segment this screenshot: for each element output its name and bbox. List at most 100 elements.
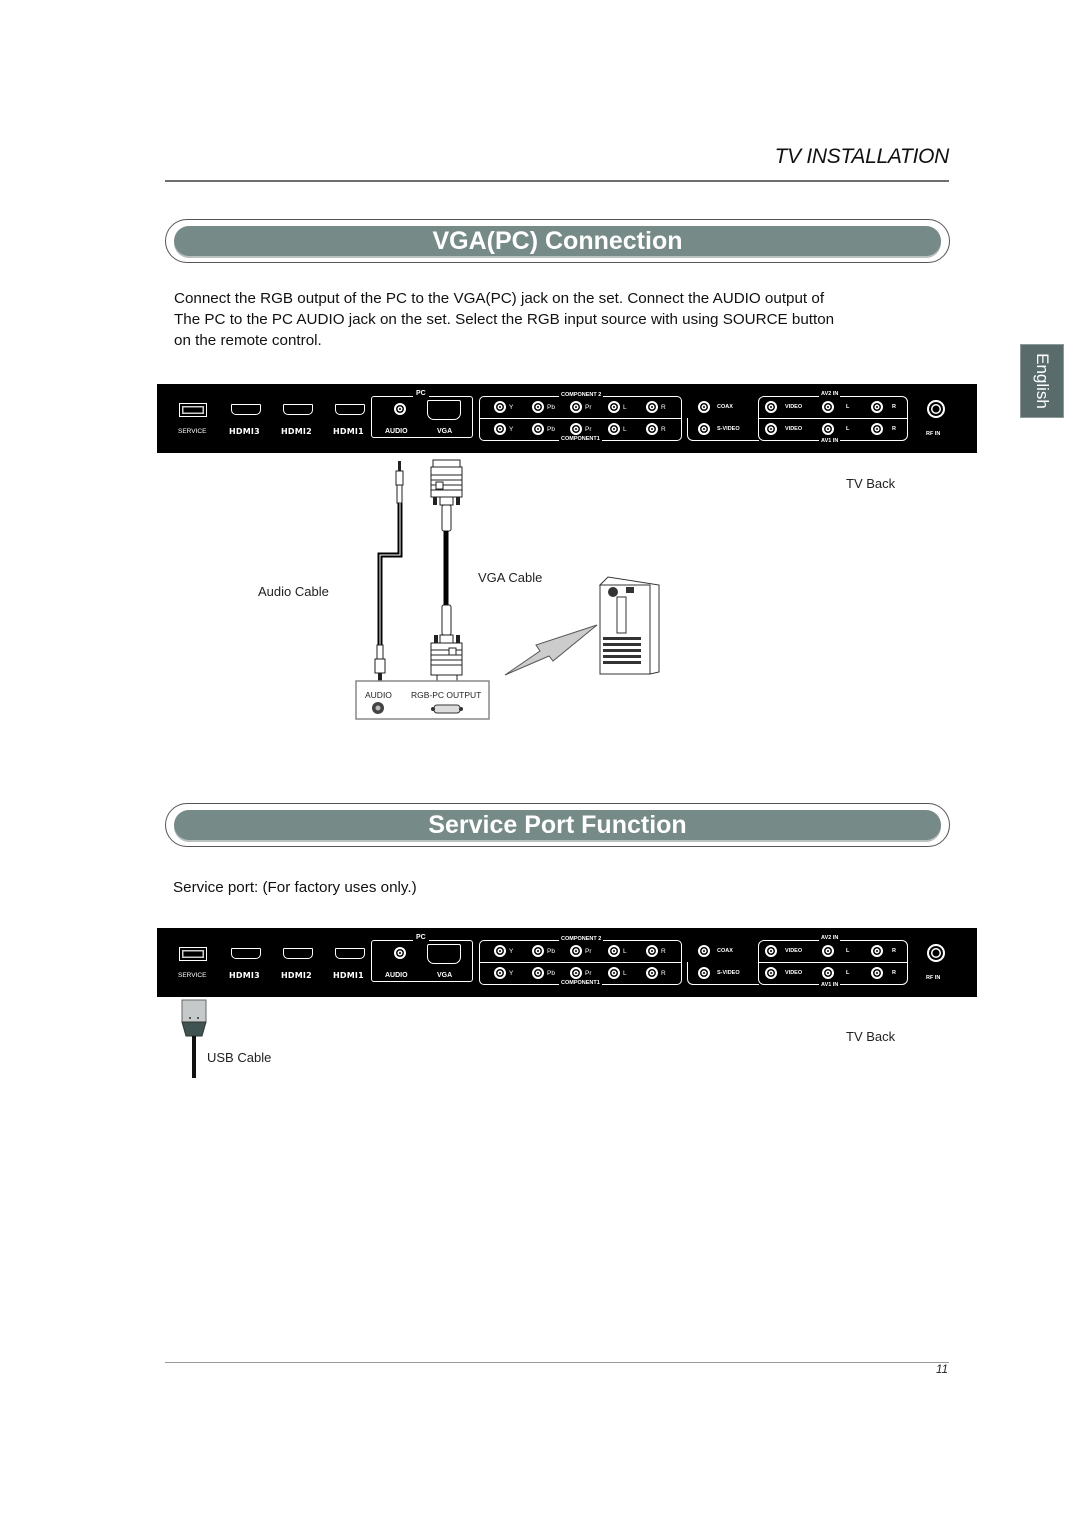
component-jack-label: Y	[509, 426, 514, 433]
audio-l-jack-icon	[822, 967, 834, 979]
vga-plug-bottom-icon	[430, 604, 463, 682]
component-jack-icon	[570, 945, 582, 957]
av1-label: AV1 IN	[819, 982, 841, 988]
audio-r-label: R	[892, 970, 896, 976]
rf-in-jack-icon	[927, 400, 945, 418]
coax-label: COAX	[717, 404, 733, 410]
component-jack-icon	[570, 967, 582, 979]
component-jack-icon	[646, 945, 658, 957]
component-jack-label: Y	[509, 970, 514, 977]
service-usb-port-icon	[179, 403, 207, 417]
audio-r-label: R	[892, 948, 896, 954]
audio-l-jack-icon	[822, 423, 834, 435]
component2-label: COMPONENT 2	[559, 936, 604, 942]
vga-port-icon	[427, 400, 461, 420]
hdmi-label: HDMI1	[333, 971, 364, 980]
audio-r-jack-icon	[871, 401, 883, 413]
audio-plug-bottom-icon	[374, 644, 386, 681]
component-jack-icon	[532, 423, 544, 435]
component-jack-label: Pr	[585, 426, 592, 433]
component-jack-label: Pb	[547, 970, 555, 977]
pc-audio-jack-icon	[394, 403, 406, 415]
svideo-label: S-VIDEO	[717, 970, 740, 976]
audio-l-label: L	[846, 404, 850, 410]
audio-cable-icon	[377, 503, 403, 645]
video-label: VIDEO	[785, 970, 803, 976]
component-jack-label: R	[661, 970, 666, 977]
audio-cable-label: Audio Cable	[258, 584, 329, 599]
audio-r-jack-icon	[871, 423, 883, 435]
audio-r-jack-icon	[871, 967, 883, 979]
audio-l-jack-icon	[822, 401, 834, 413]
service-label: SERVICE	[178, 972, 207, 979]
component-jack-icon	[608, 401, 620, 413]
component-jack-label: Pb	[547, 404, 555, 411]
tv-back-panel: SERVICE HDMI3 HDMI2 HDMI1 PC AUDIO VGA COMPONEN…	[157, 384, 977, 453]
component-jack-label: Pr	[585, 948, 592, 955]
svideo-label: S-VIDEO	[717, 426, 740, 432]
body-line: Connect the RGB output of the PC to the …	[174, 290, 825, 307]
svideo-jack-icon	[698, 967, 710, 979]
service-section-body: Service port: (For factory uses only.)	[173, 879, 417, 896]
page-number: 11	[936, 1364, 948, 1376]
component-jack-label: R	[661, 948, 666, 955]
rf-in-label: RF IN	[926, 975, 941, 981]
hdmi-label: HDMI3	[229, 971, 260, 980]
pc-vga-port-icon	[431, 704, 463, 714]
component2-label: COMPONENT 2	[559, 392, 604, 398]
component-jack-label: L	[623, 426, 627, 433]
pc-group-label: PC	[413, 934, 429, 941]
component-jack-icon	[608, 967, 620, 979]
video-label: VIDEO	[785, 426, 803, 432]
hdmi-label: HDMI3	[229, 427, 260, 436]
component-jack-label: Pr	[585, 404, 592, 411]
component-jack-label: L	[623, 948, 627, 955]
pc-audio-jack-icon	[394, 947, 406, 959]
audio-l-jack-icon	[822, 945, 834, 957]
video-jack-icon	[765, 945, 777, 957]
component-jack-icon	[532, 967, 544, 979]
component-jack-icon	[646, 423, 658, 435]
audio-r-label: R	[892, 404, 896, 410]
service-section-banner: Service Port Function	[165, 803, 950, 847]
component-jack-icon	[494, 967, 506, 979]
hdmi-port-icon	[283, 948, 313, 959]
tv-back-panel: SERVICE HDMI3 HDMI2 HDMI1 PC AUDIO VGA COMPONEN…	[157, 928, 977, 997]
component-jack-icon	[646, 967, 658, 979]
component-jack-label: Y	[509, 404, 514, 411]
component-jack-icon	[494, 423, 506, 435]
pc-audio-label: AUDIO	[385, 428, 408, 435]
coax-jack-icon	[698, 401, 710, 413]
audio-l-label: L	[846, 948, 850, 954]
body-line: The PC to the PC AUDIO jack on the set. …	[174, 311, 835, 328]
component-jack-label: Pr	[585, 970, 592, 977]
hdmi-port-icon	[335, 948, 365, 959]
footer-divider	[165, 1362, 949, 1363]
vga-cable-label: VGA Cable	[478, 570, 543, 585]
component1-label: COMPONENT1	[559, 980, 602, 986]
language-tab-label: English	[1033, 353, 1052, 409]
video-jack-icon	[765, 423, 777, 435]
av1-label: AV1 IN	[819, 438, 841, 444]
header-divider	[165, 180, 949, 182]
usb-cable-label: USB Cable	[207, 1050, 272, 1065]
video-label: VIDEO	[785, 948, 803, 954]
rf-in-label: RF IN	[926, 431, 941, 437]
component-jack-icon	[494, 401, 506, 413]
hdmi-port-icon	[231, 404, 261, 415]
vga-section-title: VGA(PC) Connection	[174, 226, 941, 256]
vga-section-banner: VGA(PC) Connection	[165, 219, 950, 263]
pc-tower-icon	[598, 576, 660, 675]
audio-l-label: L	[846, 970, 850, 976]
pc-vga-label: VGA	[437, 972, 453, 979]
hdmi-label: HDMI2	[281, 971, 312, 980]
hdmi-port-icon	[335, 404, 365, 415]
component-jack-icon	[608, 423, 620, 435]
vga-section-body: Connect the RGB output of the PC to the …	[174, 288, 934, 351]
coax-label: COAX	[717, 948, 733, 954]
tv-back-label: TV Back	[846, 476, 896, 491]
component-jack-icon	[646, 401, 658, 413]
component1-label: COMPONENT1	[559, 436, 602, 442]
component-jack-icon	[532, 945, 544, 957]
pc-rgb-output-label: RGB-PC OUTPUT	[411, 690, 482, 700]
